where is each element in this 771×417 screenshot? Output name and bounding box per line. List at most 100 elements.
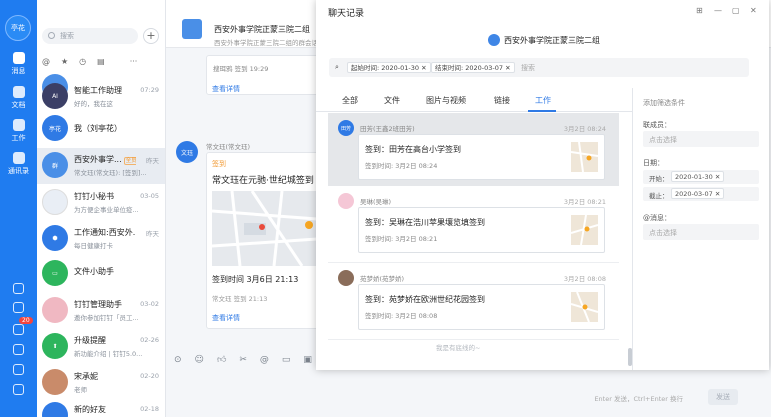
send-button[interactable]: 发送 — [708, 389, 738, 405]
avatar: 亭花 — [42, 115, 68, 141]
list-item[interactable]: 钉钉管理助手 03-02 邀你参加钉钉「员工... — [37, 293, 165, 329]
result-item[interactable]: 田芳 田芳(王鑫2班田芳) 3月2日 08:24 签到：田芳在高台小学签到 签到… — [328, 113, 619, 190]
tab-links[interactable]: 链接 — [494, 95, 510, 106]
end-date-chip[interactable]: 结束时间: 2020-03-07 ✕ — [431, 62, 515, 73]
start-date-field[interactable]: 开始： 2020-01-30 ✕ — [643, 170, 759, 184]
result-card[interactable]: 签到：苑梦娇在欧洲世纪花园签到 签到时间: 3月2日 08:08 — [358, 284, 605, 330]
more-icon[interactable]: ··· — [130, 57, 138, 67]
list-item[interactable]: 新的好友 02-18 — [37, 398, 165, 417]
phone-icon[interactable] — [13, 344, 24, 355]
send-hint: Enter 发送，Ctrl+Enter 换行 — [594, 395, 683, 403]
image-icon[interactable]: ▣ — [303, 355, 312, 373]
add-button[interactable]: + — [143, 28, 159, 44]
app-window: 亭花 消息 文档 工作 通讯录 20 搜索 + @ ★ ◷ ▤ ··· AI 智… — [0, 0, 771, 417]
start-date-chip[interactable]: 2020-01-30 ✕ — [671, 171, 725, 182]
mention-select[interactable]: 点击选择 — [643, 224, 759, 240]
ding-icon[interactable] — [13, 324, 24, 335]
map-thumbnail — [571, 142, 598, 172]
member-select[interactable]: 点击选择 — [643, 131, 759, 147]
map-graphic — [212, 191, 317, 266]
result-item[interactable]: 苑梦娇(苑梦娇) 3月2日 08:08 签到：苑梦娇在欧洲世纪花园签到 签到时间… — [328, 263, 619, 340]
conversation-list: 搜索 + @ ★ ◷ ▤ ··· AI 智能工作助理 07:29 好的，我在这 … — [37, 0, 203, 417]
message-icon — [12, 52, 25, 64]
list-item[interactable]: AI 智能工作助理 07:29 好的，我在这 — [37, 79, 165, 115]
list-filters: @ ★ ◷ ▤ ··· — [42, 57, 162, 67]
sender-avatar[interactable]: 文珏 — [176, 141, 198, 163]
new-friend-icon — [42, 402, 68, 417]
map-thumbnail — [571, 292, 598, 322]
todo-icon[interactable] — [13, 302, 24, 313]
checkin-card[interactable]: 签到 常文珏在元驰·世纪城签到 签到时间 3月6日 21:13 常文珏 签到 2… — [206, 152, 321, 329]
mention-icon[interactable]: @ — [260, 355, 269, 373]
group-avatar — [488, 34, 500, 46]
trash-filter-icon[interactable]: ▤ — [97, 57, 105, 67]
end-date-field[interactable]: 截止： 2020-03-07 ✕ — [643, 187, 759, 201]
chat-title: 西安外事学院正蒙三院二组 — [214, 25, 310, 34]
active-tab-indicator — [528, 110, 556, 112]
pin-icon[interactable]: ⊞ — [696, 6, 703, 15]
result-card[interactable]: 签到：吴琳在浩川苹果壤览填签到 签到时间: 3月2日 08:21 — [358, 207, 605, 253]
list-item[interactable]: 宋承妮 02-20 老师 — [37, 365, 165, 401]
result-item[interactable]: 吴琳(吴琳) 3月2日 08:21 签到：吴琳在浩川苹果壤览填签到 签到时间: … — [328, 186, 619, 263]
contacts-icon — [12, 152, 25, 164]
help-icon[interactable] — [13, 283, 24, 294]
nav-work[interactable]: 工作 — [0, 119, 37, 143]
close-icon[interactable]: ✕ — [750, 6, 757, 15]
mail-icon[interactable] — [13, 364, 24, 375]
gif-icon[interactable]: ⊙ — [174, 355, 182, 373]
map-thumbnail[interactable] — [212, 191, 317, 266]
tab-files[interactable]: 文件 — [384, 95, 400, 106]
list-item[interactable]: 亭花 我（刘亭花） — [37, 111, 165, 147]
list-item[interactable]: ⬢ 工作通知:西安外... 昨天 每日健康打卡 — [37, 221, 165, 257]
app-icon: ⬢ — [42, 225, 68, 251]
end-of-list: 我是有底线的~ — [436, 344, 481, 352]
avatar: 田芳 — [338, 120, 354, 136]
emoji-icon[interactable]: ☺ — [195, 355, 204, 373]
work-icon — [12, 119, 25, 131]
nav-contacts[interactable]: 通讯录 — [0, 152, 37, 176]
document-icon — [12, 86, 25, 98]
avatar — [42, 369, 68, 395]
folder-icon[interactable]: ▭ — [282, 355, 291, 373]
mention-filter-icon[interactable]: @ — [42, 57, 50, 67]
chat-subtitle: 西安外事学院正蒙三院二组的群会话 — [214, 39, 318, 47]
maximize-icon[interactable]: ▢ — [732, 6, 740, 15]
result-card[interactable]: 签到：田芳在高台小学签到 签到时间: 3月2日 08:24 — [358, 134, 605, 180]
start-date-chip[interactable]: 起始时间: 2020-01-30 ✕ — [347, 62, 431, 73]
dialog-group: 西安外事学院正蒙三院二组 — [488, 34, 600, 46]
bag-icon[interactable] — [13, 384, 24, 395]
star-filter-icon[interactable]: ★ — [61, 57, 68, 67]
upgrade-icon: ⬆ — [42, 333, 68, 359]
view-details-link[interactable]: 查看详情 — [212, 84, 240, 94]
user-avatar[interactable]: 亭花 — [5, 15, 31, 41]
list-item[interactable]: 钉钉小秘书 03-05 为方便企事业单位疫... — [37, 185, 165, 221]
tab-work[interactable]: 工作 — [535, 95, 551, 106]
like-icon[interactable]: 👍︎ — [217, 355, 226, 373]
scissors-icon[interactable]: ✂ — [239, 355, 247, 373]
avatar — [338, 270, 354, 286]
nav-rail: 亭花 消息 文档 工作 通讯录 20 — [0, 0, 37, 417]
nav-documents[interactable]: 文档 — [0, 86, 37, 110]
filter-bar[interactable]: ⌕ 起始时间: 2020-01-30 ✕ 结束时间: 2020-03-07 ✕ … — [329, 58, 749, 77]
category-tabs: 全部 文件 图片与视频 链接 工作 — [316, 88, 632, 112]
avatar — [42, 189, 68, 215]
list-item[interactable]: ⬆ 升级提醒 02-26 新功能介绍 | 钉钉5.0... — [37, 329, 165, 365]
end-date-chip[interactable]: 2020-03-07 ✕ — [671, 188, 725, 199]
search-input[interactable]: 搜索 — [42, 28, 138, 44]
nav-messages[interactable]: 消息 — [0, 52, 37, 76]
map-thumbnail — [571, 215, 598, 245]
list-item[interactable]: 群 西安外事学... 全员 昨天 常文珏(常文珏): [签到]... — [37, 148, 165, 184]
minimize-icon[interactable]: — — [714, 6, 722, 15]
clock-filter-icon[interactable]: ◷ — [79, 57, 86, 67]
avatar — [42, 297, 68, 323]
view-details-link[interactable]: 查看详情 — [212, 313, 240, 323]
filter-panel: 添加筛选条件 联成员： 点击选择 日期： 开始： 2020-01-30 ✕ 截止… — [632, 88, 769, 370]
search-input[interactable]: 搜索 — [521, 63, 535, 73]
file-icon: ▭ — [42, 260, 68, 286]
tab-all[interactable]: 全部 — [342, 95, 358, 106]
search-icon — [48, 32, 55, 39]
avatar — [338, 193, 354, 209]
unread-badge: 20 — [19, 317, 33, 324]
tab-images-videos[interactable]: 图片与视频 — [426, 95, 466, 106]
list-item[interactable]: ▭ 文件小助手 — [37, 256, 165, 292]
